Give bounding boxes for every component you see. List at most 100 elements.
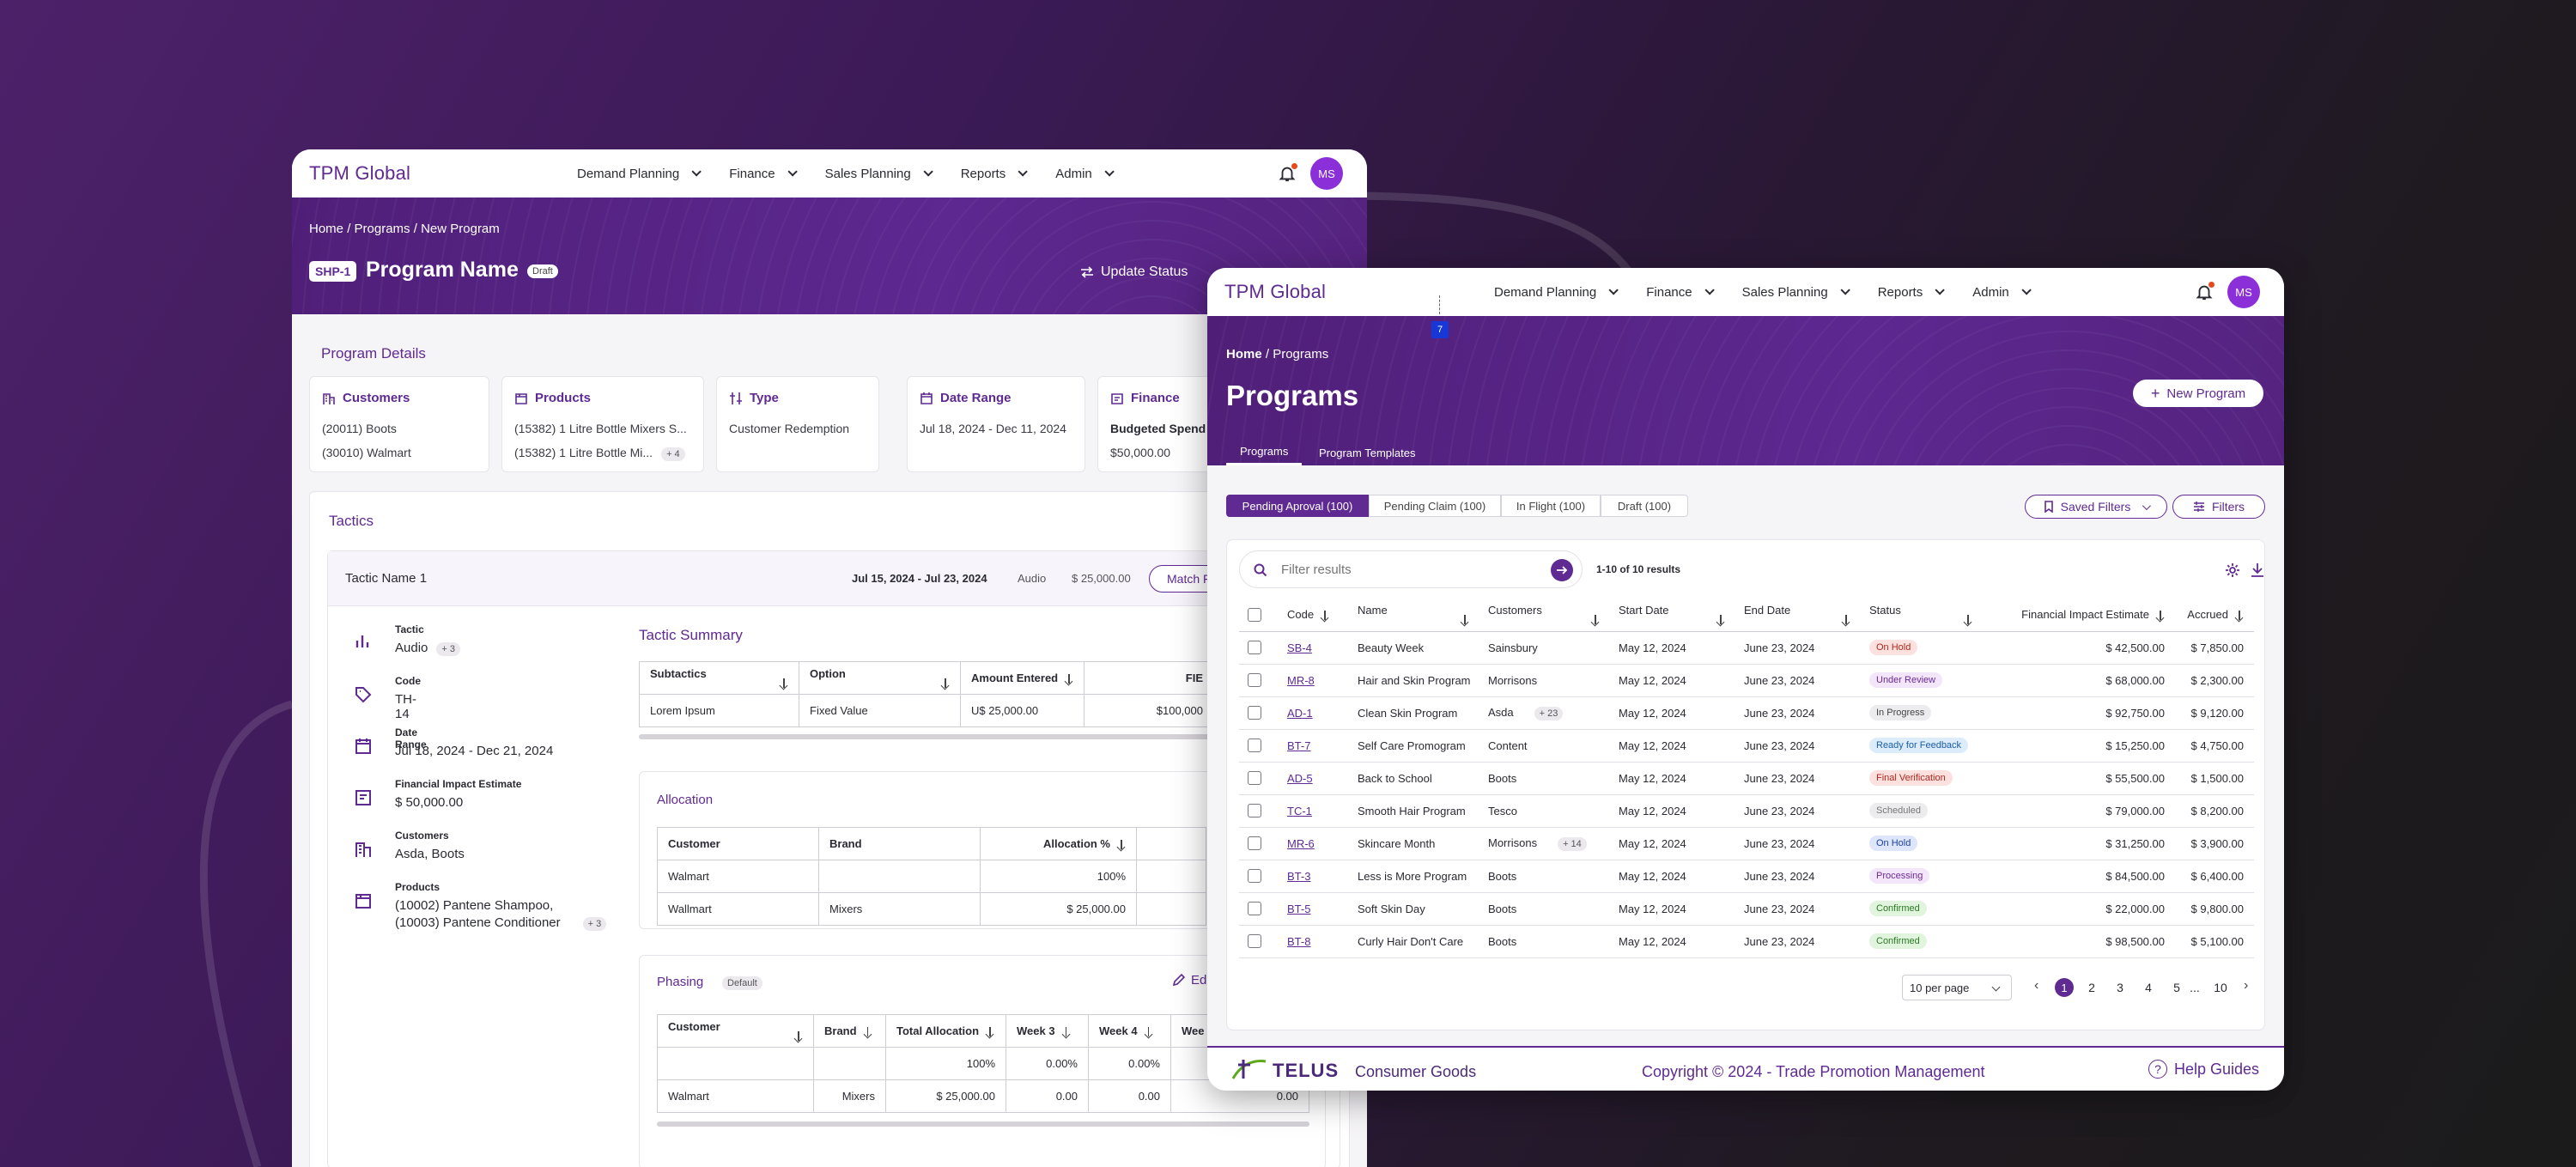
- breadcrumb-home[interactable]: Home: [1226, 347, 1262, 362]
- col-week-4[interactable]: Week 4: [1088, 1014, 1171, 1048]
- table-row[interactable]: BT-7 Self Care Promogram Content May 12, 20…: [1239, 729, 2254, 763]
- menu-sales-planning[interactable]: Sales Planning: [825, 167, 933, 181]
- program-code-link[interactable]: TC-1: [1287, 805, 1312, 818]
- user-avatar[interactable]: MS: [1310, 157, 1343, 190]
- per-page-select[interactable]: 10 per page: [1902, 975, 2012, 1000]
- more-chip[interactable]: + 3: [582, 917, 607, 931]
- edit-phasing-button[interactable]: Edi: [1172, 973, 1210, 988]
- table-row[interactable]: AD-1 Clean Skin Program Asda + 23 May 12, 20…: [1239, 696, 2254, 730]
- next-page-chevron-icon[interactable]: ›: [2244, 978, 2248, 994]
- row-checkbox[interactable]: [1248, 673, 1261, 688]
- page-3[interactable]: 3: [2112, 981, 2128, 994]
- col-accrued[interactable]: Accrued: [2168, 599, 2254, 632]
- menu-reports[interactable]: Reports: [961, 167, 1029, 181]
- tab-program-templates[interactable]: Program Templates: [1305, 440, 1429, 465]
- col-brand[interactable]: Brand: [818, 827, 981, 860]
- filter-pending-approval[interactable]: Pending Aproval (100): [1226, 495, 1369, 517]
- col-allocation[interactable]: Allocation %: [980, 827, 1137, 860]
- tab-programs[interactable]: Programs: [1226, 440, 1303, 465]
- help-guides-link[interactable]: ? Help Guides: [2148, 1060, 2259, 1079]
- col-start-date[interactable]: Start Date: [1615, 599, 1741, 632]
- table-row[interactable]: BT-3 Less is More Program Boots May 12, 202…: [1239, 860, 2254, 893]
- page-4[interactable]: 4: [2141, 981, 2156, 994]
- col-customers[interactable]: Customers: [1485, 599, 1615, 632]
- col-brand[interactable]: Brand: [813, 1014, 886, 1048]
- breadcrumb-programs[interactable]: Programs: [355, 222, 410, 236]
- horizontal-scrollbar[interactable]: [639, 734, 1214, 739]
- update-status-button[interactable]: Update Status: [1080, 264, 1188, 280]
- menu-demand-planning[interactable]: Demand Planning: [577, 167, 702, 181]
- col-name[interactable]: Name: [1354, 599, 1485, 632]
- table-row[interactable]: MR-8 Hair and Skin Program Morrisons May 12…: [1239, 664, 2254, 697]
- filter-draft[interactable]: Draft (100): [1601, 495, 1688, 517]
- row-checkbox[interactable]: [1248, 902, 1261, 916]
- page-10[interactable]: 10: [2211, 981, 2230, 994]
- row-checkbox[interactable]: [1248, 706, 1261, 720]
- app-logo[interactable]: TPM Global: [309, 162, 410, 185]
- program-code-link[interactable]: AD-5: [1287, 772, 1313, 785]
- row-checkbox[interactable]: [1248, 869, 1261, 884]
- notification-bell-icon[interactable]: [2195, 281, 2215, 301]
- table-row[interactable]: BT-5 Soft Skin Day Boots May 12, 2024 June 2…: [1239, 892, 2254, 926]
- more-chip[interactable]: + 23: [1534, 706, 1564, 720]
- horizontal-scrollbar[interactable]: [657, 1121, 1309, 1127]
- menu-admin[interactable]: Admin: [1055, 167, 1115, 181]
- table-row[interactable]: TC-1 Smooth Hair Program Tesco May 12, 2024…: [1239, 794, 2254, 828]
- search-input[interactable]: [1281, 560, 1530, 579]
- select-all-checkbox[interactable]: [1248, 608, 1261, 623]
- settings-gear-icon[interactable]: [2225, 562, 2240, 578]
- col-customer[interactable]: Customer: [657, 827, 819, 860]
- prev-page-chevron-icon[interactable]: ‹: [2034, 978, 2038, 994]
- table-row[interactable]: AD-5 Back to School Boots May 12, 2024 June …: [1239, 762, 2254, 795]
- col-code[interactable]: Code: [1284, 599, 1354, 632]
- menu-finance[interactable]: Finance: [729, 167, 798, 181]
- row-checkbox[interactable]: [1248, 934, 1261, 949]
- page-2[interactable]: 2: [2084, 981, 2099, 994]
- col-financial-impact-estimate[interactable]: Financial Impact Estimate: [1988, 599, 2168, 632]
- user-avatar[interactable]: MS: [2227, 276, 2260, 308]
- menu-finance[interactable]: Finance: [1646, 285, 1715, 300]
- more-chip[interactable]: + 3: [436, 642, 460, 656]
- search-submit-button[interactable]: [1551, 559, 1573, 581]
- program-code-link[interactable]: MR-6: [1287, 837, 1315, 850]
- table-row[interactable]: SB-4 Beauty Week Sainsbury May 12, 2024 June…: [1239, 631, 2254, 665]
- saved-filters-button[interactable]: Saved Filters: [2025, 495, 2167, 519]
- filters-button[interactable]: Filters: [2172, 495, 2265, 519]
- notification-bell-icon[interactable]: [1278, 162, 1298, 183]
- col-amount-entered[interactable]: Amount Entered: [959, 661, 1085, 695]
- row-checkbox[interactable]: [1248, 836, 1261, 851]
- program-code-link[interactable]: BT-7: [1287, 739, 1310, 752]
- col-status[interactable]: Status: [1866, 599, 1988, 632]
- menu-demand-planning[interactable]: Demand Planning: [1494, 285, 1619, 300]
- row-checkbox[interactable]: [1248, 641, 1261, 655]
- filter-pending-claim[interactable]: Pending Claim (100): [1369, 495, 1501, 517]
- menu-reports[interactable]: Reports: [1878, 285, 1946, 300]
- row-checkbox[interactable]: [1248, 804, 1261, 818]
- download-icon[interactable]: [2251, 562, 2264, 578]
- row-checkbox[interactable]: [1248, 771, 1261, 786]
- col-customer[interactable]: Customer: [657, 1014, 814, 1048]
- page-1[interactable]: 1: [2055, 978, 2074, 997]
- program-code-link[interactable]: SB-4: [1287, 641, 1312, 654]
- menu-sales-planning[interactable]: Sales Planning: [1742, 285, 1850, 300]
- menu-admin[interactable]: Admin: [1972, 285, 2032, 300]
- col-option[interactable]: Option: [799, 661, 961, 695]
- program-code-link[interactable]: MR-8: [1287, 674, 1315, 687]
- program-code-link[interactable]: BT-3: [1287, 870, 1310, 883]
- col-total-allocation[interactable]: Total Allocation: [885, 1014, 1006, 1048]
- table-row[interactable]: MR-6 Skincare Month Morrisons + 14 May 12, 2…: [1239, 827, 2254, 860]
- breadcrumb-home[interactable]: Home: [309, 222, 343, 236]
- page-5[interactable]: 5: [2169, 981, 2184, 994]
- program-code-link[interactable]: BT-8: [1287, 935, 1310, 948]
- col-end-date[interactable]: End Date: [1741, 599, 1866, 632]
- more-chip[interactable]: + 14: [1558, 836, 1587, 851]
- program-code-link[interactable]: AD-1: [1287, 707, 1313, 720]
- program-code-link[interactable]: BT-5: [1287, 903, 1310, 915]
- more-chip[interactable]: + 4: [661, 447, 685, 461]
- app-logo[interactable]: TPM Global: [1224, 281, 1326, 303]
- col-fie[interactable]: FIE: [1084, 661, 1214, 695]
- new-program-button[interactable]: + New Program: [2133, 380, 2263, 407]
- row-checkbox[interactable]: [1248, 738, 1261, 753]
- col-week-3[interactable]: Week 3: [1005, 1014, 1089, 1048]
- col-subtactics[interactable]: Subtactics: [639, 661, 799, 695]
